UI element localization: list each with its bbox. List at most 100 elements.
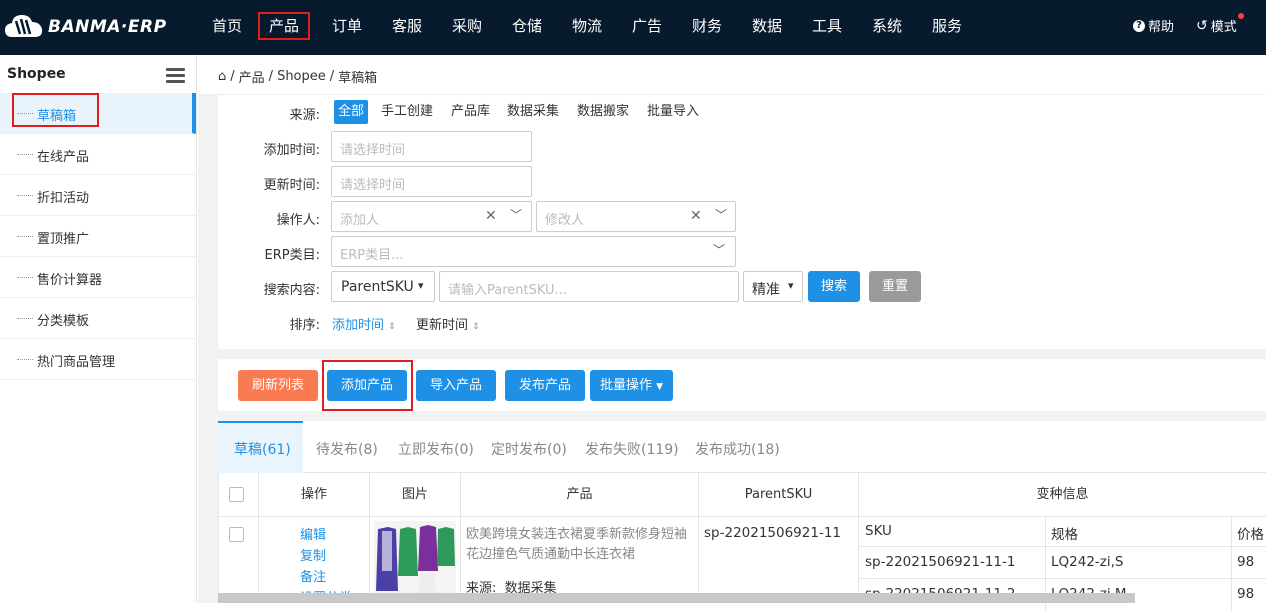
source-option-library[interactable]: 产品库 xyxy=(447,100,494,124)
product-title[interactable]: 欧美跨境女装连衣裙夏季新款修身短袖花边撞色气质通勤中长连衣裙 xyxy=(466,525,692,565)
row-image-cell xyxy=(370,517,461,603)
copy-link[interactable]: 复制 xyxy=(300,546,352,567)
tab-pending[interactable]: 待发布(8) xyxy=(316,439,378,459)
nav-item[interactable]: 广告 xyxy=(632,12,662,40)
select-all-checkbox[interactable] xyxy=(229,487,244,502)
variant-header-spec: 规格 xyxy=(1051,527,1078,543)
sidebar-item[interactable]: 置顶推广 xyxy=(0,216,196,257)
source-option-move[interactable]: 数据搬家 xyxy=(573,100,633,124)
source-option-collect[interactable]: 数据采集 xyxy=(503,100,563,124)
nav-item[interactable]: 采购 xyxy=(452,12,482,40)
row-checkbox-cell xyxy=(218,517,259,603)
update-time-input[interactable]: 请选择时间 xyxy=(331,166,532,197)
import-product-button[interactable]: 导入产品 xyxy=(416,370,496,401)
notification-dot xyxy=(1237,13,1244,19)
add-time-label: 添加时间: xyxy=(263,143,320,158)
nav-item[interactable]: 服务 xyxy=(932,12,962,40)
sidebar-item[interactable]: 售价计算器 xyxy=(0,257,196,298)
tab-scheduled[interactable]: 定时发布(0) xyxy=(491,439,567,459)
tab-immediate[interactable]: 立即发布(0) xyxy=(398,439,474,459)
sort-add-time[interactable]: 添加时间 ⇕ xyxy=(332,314,396,333)
tab-failed[interactable]: 发布失败(119) xyxy=(585,439,679,459)
nav-item[interactable]: 工具 xyxy=(812,12,842,40)
header-product: 产品 xyxy=(461,473,699,517)
help-link[interactable]: ? 帮助 xyxy=(1133,16,1174,35)
nav-item[interactable]: 仓储 xyxy=(512,12,542,40)
mode-label: 模式 xyxy=(1210,20,1237,35)
sort-label: 排序: xyxy=(289,318,320,333)
nav-item[interactable]: 产品 xyxy=(258,12,310,40)
menu-icon[interactable] xyxy=(166,68,185,86)
nav-item[interactable]: 数据 xyxy=(752,12,782,40)
adder-select[interactable]: 添加人 ✕ ﹀ xyxy=(331,201,532,232)
add-time-input[interactable]: 请选择时间 xyxy=(331,131,532,162)
tree-line xyxy=(17,277,33,278)
help-label: 帮助 xyxy=(1148,20,1175,35)
sidebar-item[interactable]: 分类模板 xyxy=(0,298,196,339)
sort-icon: ⇕ xyxy=(472,322,480,332)
sidebar-item-label: 售价计算器 xyxy=(37,273,103,288)
sidebar-item-label: 折扣活动 xyxy=(37,191,90,206)
chevron-down-icon[interactable]: ﹀ xyxy=(715,206,727,223)
edit-link[interactable]: 编辑 xyxy=(300,525,352,546)
nav-item[interactable]: 客服 xyxy=(392,12,422,40)
tab-success[interactable]: 发布成功(18) xyxy=(695,439,780,459)
home-icon[interactable]: ⌂ xyxy=(218,69,226,84)
search-field-select[interactable]: ParentSKU ▾ xyxy=(331,271,435,302)
search-input[interactable]: 请输入ParentSKU... xyxy=(439,271,739,302)
caret-down-icon: ▼ xyxy=(656,382,664,392)
breadcrumb-shopee[interactable]: Shopee xyxy=(277,69,326,84)
nav-item[interactable]: 系统 xyxy=(872,12,902,40)
match-mode-select[interactable]: 精准 ▾ xyxy=(743,271,803,302)
sidebar-item[interactable]: 在线产品 xyxy=(0,134,196,175)
clear-icon[interactable]: ✕ xyxy=(485,208,497,224)
highlight-draft-box xyxy=(12,93,99,127)
sidebar-item[interactable]: 热门商品管理 xyxy=(0,339,196,380)
chevron-down-icon[interactable]: ﹀ xyxy=(713,241,725,258)
reset-button[interactable]: 重置 xyxy=(869,271,921,302)
sort-add-time-label: 添加时间 xyxy=(332,318,385,333)
note-link[interactable]: 备注 xyxy=(300,567,352,588)
publish-product-button[interactable]: 发布产品 xyxy=(505,370,585,401)
nav-item[interactable]: 财务 xyxy=(692,12,722,40)
source-option-import[interactable]: 批量导入 xyxy=(643,100,703,124)
row-parent-sku-cell: sp-22021506921-11 xyxy=(699,517,859,603)
sidebar-item-label: 热门商品管理 xyxy=(37,355,116,370)
logo[interactable]: BANMA·ERP xyxy=(4,10,167,44)
nav-item[interactable]: 订单 xyxy=(332,12,362,40)
chevron-down-icon[interactable]: ﹀ xyxy=(510,206,522,223)
nav-item[interactable]: 首页 xyxy=(212,12,242,40)
tree-line xyxy=(17,236,33,237)
product-thumbnail[interactable] xyxy=(374,521,456,596)
mode-toggle[interactable]: ↺ 模式 xyxy=(1196,13,1244,35)
source-option-all[interactable]: 全部 xyxy=(334,100,369,124)
tree-line xyxy=(17,318,33,319)
highlight-add-product-box xyxy=(322,360,413,411)
sort-update-time[interactable]: 更新时间 ⇕ xyxy=(416,314,480,333)
refresh-list-button[interactable]: 刷新列表 xyxy=(238,370,318,401)
breadcrumb-product[interactable]: 产品 xyxy=(239,67,265,86)
header-image: 图片 xyxy=(370,473,461,517)
update-time-label: 更新时间: xyxy=(263,178,320,193)
tree-line xyxy=(17,195,33,196)
row-checkbox[interactable] xyxy=(229,527,244,542)
modifier-placeholder: 修改人 xyxy=(545,213,585,228)
nav-item[interactable]: 物流 xyxy=(572,12,602,40)
sort-update-time-label: 更新时间 xyxy=(416,318,469,333)
variant-header-sku: SKU xyxy=(865,523,892,539)
row-product-cell: 欧美跨境女装连衣裙夏季新款修身短袖花边撞色气质通勤中长连衣裙 来源: 数据采集 xyxy=(461,517,699,603)
sidebar-item[interactable]: 折扣活动 xyxy=(0,175,196,216)
chevron-down-icon: ▾ xyxy=(788,279,794,292)
mode-label-wrap: 模式 xyxy=(1210,13,1244,35)
erp-category-select[interactable]: ERP类目... ﹀ xyxy=(331,236,736,267)
search-button[interactable]: 搜索 xyxy=(808,271,860,302)
modifier-select[interactable]: 修改人 ✕ ﹀ xyxy=(536,201,736,232)
tab-draft[interactable]: 草稿(61) xyxy=(234,439,291,459)
source-option-manual[interactable]: 手工创建 xyxy=(377,100,437,124)
horizontal-scrollbar[interactable] xyxy=(218,593,1135,603)
batch-operation-button[interactable]: 批量操作 ▼ xyxy=(590,370,673,401)
breadcrumb-sep-1: / xyxy=(230,69,235,84)
clear-icon[interactable]: ✕ xyxy=(690,208,702,224)
match-mode-value: 精准 xyxy=(752,282,780,298)
tree-line xyxy=(17,359,33,360)
